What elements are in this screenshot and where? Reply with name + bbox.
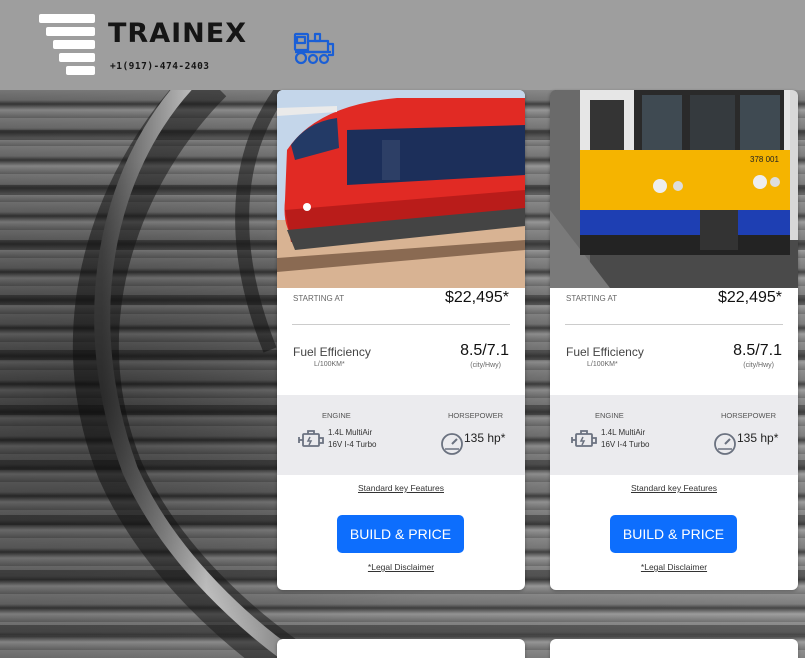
fuel-efficiency-value: 8.5/7.1 — [460, 342, 509, 359]
standard-features-link[interactable]: Standard key Features — [277, 483, 525, 493]
horsepower-value: 135 hp* — [464, 431, 506, 445]
price-value: $22,495* — [717, 289, 782, 306]
product-card-1: STARTING AT $22,495* Fuel Efficiency L/1… — [277, 90, 525, 590]
engine-line-1: 1.4L MultiAir — [328, 428, 373, 437]
red-train-photo — [277, 90, 525, 288]
price-row: STARTING AT $22,495* — [550, 288, 798, 324]
build-and-price-button[interactable]: BUILD & PRICE — [337, 515, 464, 553]
product-card-2: 378 001 STARTING AT $22,495* Fuel Effici… — [550, 90, 798, 590]
standard-features-link[interactable]: Standard key Features — [550, 483, 798, 493]
fuel-efficiency-row: Fuel Efficiency L/100KM* 8.5/7.1 (city/H… — [550, 325, 798, 395]
fuel-efficiency-unit: L/100KM* — [587, 361, 618, 368]
horsepower-label: HORSEPOWER — [447, 411, 503, 420]
horsepower-label: HORSEPOWER — [720, 411, 776, 420]
brand-logo-icon[interactable] — [39, 14, 95, 76]
engine-label: ENGINE — [322, 411, 351, 420]
specs-panel: ENGINE 1.4L MultiAir 16V I-4 Turbo HORSE… — [550, 395, 798, 475]
product-card-4 — [550, 639, 798, 658]
speedometer-icon — [714, 433, 736, 455]
site-header: TRAINEX +1(917)-474-2403 — [0, 0, 805, 90]
horsepower-value: 135 hp* — [737, 431, 779, 445]
engine-line-2: 16V I-4 Turbo — [601, 440, 650, 449]
price-label: STARTING AT — [293, 294, 345, 303]
engine-icon — [298, 430, 324, 447]
price-row: STARTING AT $22,495* — [277, 288, 525, 324]
engine-value: 1.4L MultiAir 16V I-4 Turbo — [328, 427, 376, 451]
yellow-blue-train-photo: 378 001 — [550, 90, 798, 288]
legal-disclaimer-link[interactable]: *Legal Disclaimer — [277, 562, 525, 572]
engine-label: ENGINE — [595, 411, 624, 420]
build-and-price-button[interactable]: BUILD & PRICE — [610, 515, 737, 553]
engine-line-1: 1.4L MultiAir — [601, 428, 646, 437]
fuel-efficiency-label: Fuel Efficiency — [293, 345, 371, 359]
engine-value: 1.4L MultiAir 16V I-4 Turbo — [601, 427, 649, 451]
price-label: STARTING AT — [566, 294, 618, 303]
engine-icon — [571, 430, 597, 447]
speedometer-icon — [441, 433, 463, 455]
fuel-efficiency-row: Fuel Efficiency L/100KM* 8.5/7.1 (city/H… — [277, 325, 525, 395]
train-number: 378 001 — [750, 155, 779, 164]
brand-name[interactable]: TRAINEX — [108, 18, 247, 49]
fuel-efficiency-sub: (city/Hwy) — [470, 362, 501, 369]
specs-panel: ENGINE 1.4L MultiAir 16V I-4 Turbo HORSE… — [277, 395, 525, 475]
fuel-efficiency-value: 8.5/7.1 — [733, 342, 782, 359]
fuel-efficiency-unit: L/100KM* — [314, 361, 345, 368]
engine-line-2: 16V I-4 Turbo — [328, 440, 377, 449]
train-icon[interactable] — [293, 30, 335, 66]
phone-number[interactable]: +1(917)-474-2403 — [110, 61, 210, 72]
fuel-efficiency-sub: (city/Hwy) — [743, 362, 774, 369]
fuel-efficiency-label: Fuel Efficiency — [566, 345, 644, 359]
legal-disclaimer-link[interactable]: *Legal Disclaimer — [550, 562, 798, 572]
price-value: $22,495* — [444, 289, 509, 306]
product-card-3 — [277, 639, 525, 658]
